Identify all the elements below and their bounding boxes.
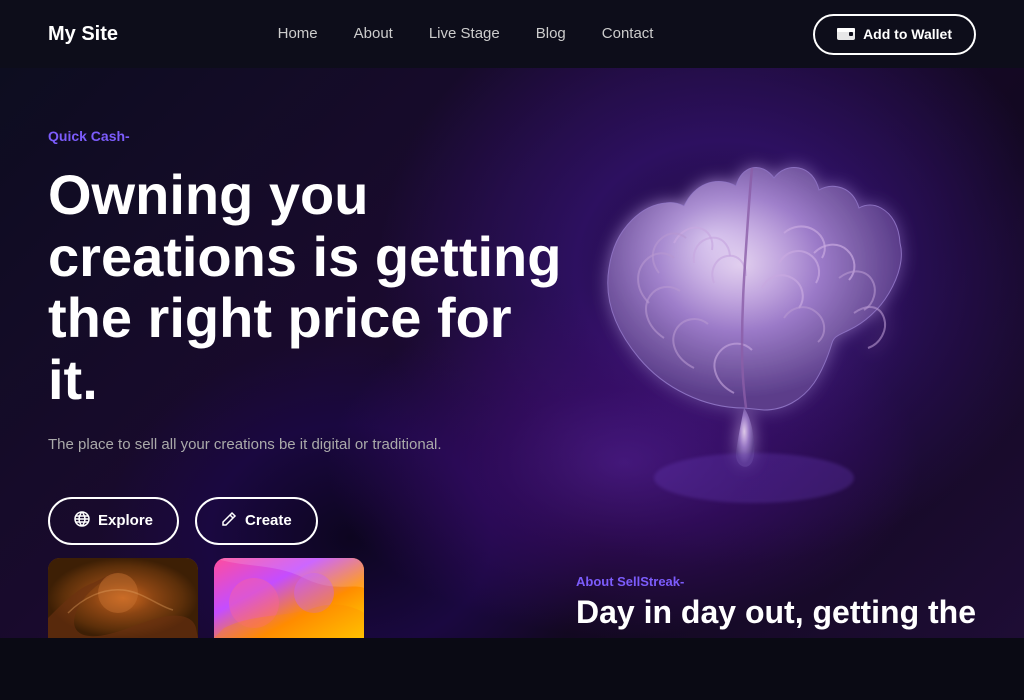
nav-item-livestage[interactable]: Live Stage: [429, 25, 500, 43]
hero-tag: Quick Cash-: [48, 128, 568, 144]
wallet-button-label: Add to Wallet: [863, 26, 952, 42]
hero-buttons: Explore Create: [48, 497, 568, 545]
create-label: Create: [245, 512, 292, 529]
nav-item-about[interactable]: About: [354, 25, 393, 43]
globe-icon: [74, 511, 90, 531]
nav-link-home[interactable]: Home: [278, 25, 318, 42]
bottom-preview: About SellStreak- Day in day out, gettin…: [0, 558, 1024, 638]
about-section-tag: About SellStreak-: [576, 574, 976, 589]
preview-card-1[interactable]: [48, 558, 198, 638]
hero-subtitle: The place to sell all your creations be …: [48, 434, 568, 457]
nav-links: Home About Live Stage Blog Contact: [278, 25, 654, 43]
nav-item-contact[interactable]: Contact: [602, 25, 654, 43]
explore-button[interactable]: Explore: [48, 497, 179, 545]
nav-item-blog[interactable]: Blog: [536, 25, 566, 43]
nav-link-blog[interactable]: Blog: [536, 25, 566, 42]
wallet-icon: [837, 26, 855, 43]
nav-link-livestage[interactable]: Live Stage: [429, 25, 500, 42]
explore-label: Explore: [98, 512, 153, 529]
hero-title: Owning you creations is getting the righ…: [48, 164, 568, 410]
create-button[interactable]: Create: [195, 497, 318, 545]
hero-content: Quick Cash- Owning you creations is gett…: [48, 128, 568, 545]
hero-section: Quick Cash- Owning you creations is gett…: [0, 68, 1024, 638]
navbar: My Site Home About Live Stage Blog Conta…: [0, 0, 1024, 68]
about-peek-section: About SellStreak- Day in day out, gettin…: [576, 574, 976, 630]
about-title-peek: Day in day out, getting the: [576, 595, 976, 630]
nav-item-home[interactable]: Home: [278, 25, 318, 43]
brain-image: [524, 88, 964, 528]
site-logo: My Site: [48, 23, 118, 46]
nav-link-contact[interactable]: Contact: [602, 25, 654, 42]
pencil-icon: [221, 511, 237, 531]
nav-link-about[interactable]: About: [354, 25, 393, 42]
add-to-wallet-button[interactable]: Add to Wallet: [813, 14, 976, 55]
preview-card-2[interactable]: [214, 558, 364, 638]
